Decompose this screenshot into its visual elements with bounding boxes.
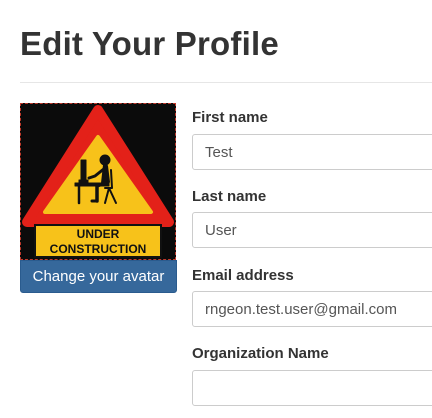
organization-name-field[interactable]: [192, 370, 432, 406]
organization-name-label: Organization Name: [192, 345, 329, 362]
first-name-label: First name: [192, 109, 268, 126]
sign-text-line1: UNDER: [77, 227, 120, 241]
change-avatar-button[interactable]: Change your avatar: [20, 260, 177, 293]
avatar-section: UNDER CONSTRUCTION Change your avatar: [20, 103, 177, 293]
first-name-field[interactable]: [192, 134, 432, 170]
last-name-field[interactable]: [192, 212, 432, 248]
last-name-label: Last name: [192, 188, 267, 205]
title-divider: [20, 82, 432, 83]
under-construction-sign-icon: UNDER CONSTRUCTION: [22, 105, 174, 258]
page-title: Edit Your Profile: [20, 25, 279, 62]
sign-text-line2: CONSTRUCTION: [50, 242, 147, 256]
email-label: Email address: [192, 267, 294, 284]
avatar-image: UNDER CONSTRUCTION: [20, 103, 176, 260]
email-field[interactable]: [192, 291, 432, 327]
edit-profile-page: Edit Your Profile UNDER CONSTRUCTION Cha…: [0, 0, 432, 418]
